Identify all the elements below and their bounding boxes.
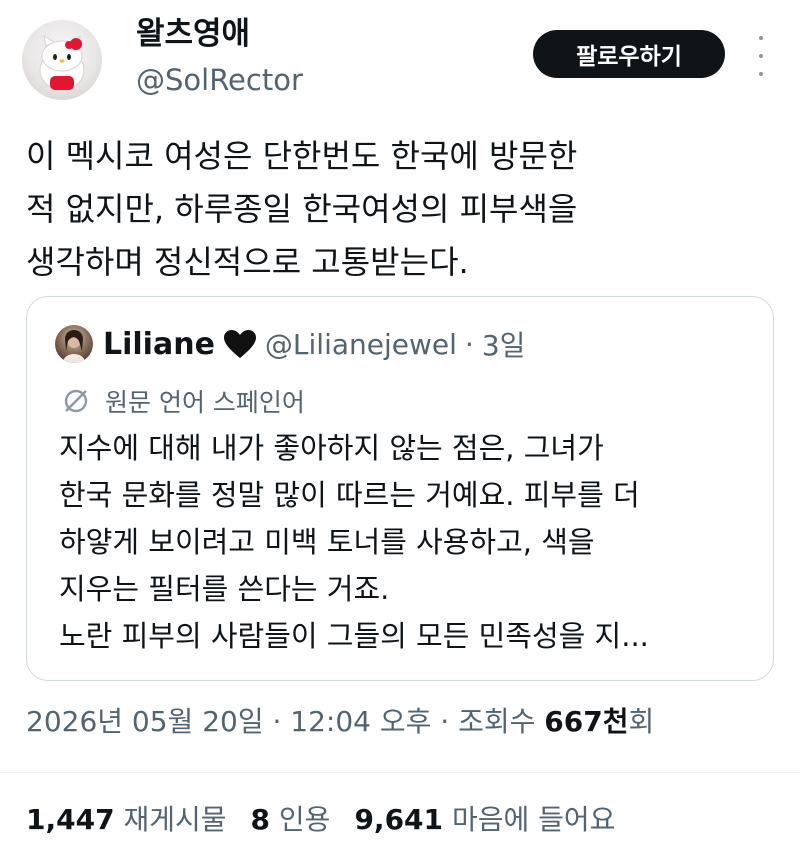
author-handle[interactable]: @SolRector [136, 60, 303, 100]
quoted-author-handle[interactable]: @Lilianejewel [265, 328, 457, 361]
black-heart-icon [223, 330, 256, 358]
quoted-header: Liliane @Lilianejewel · 3일 [103, 321, 525, 367]
tweet-timestamp: 2026년 05월 20일 · 12:04 오후 · 조회수 667천회 [26, 700, 654, 744]
likes-count: 9,641 [354, 803, 444, 836]
translate-label: 원문 언어 스페인어 [105, 388, 305, 417]
more-vertical-icon[interactable] [756, 36, 766, 76]
quoted-text: 지수에 대해 내가 좋아하지 않는 점은, 그녀가 한국 문화를 정말 많이 따… [59, 431, 649, 653]
quoted-author-name[interactable]: Liliane [103, 327, 215, 362]
retweets-stat[interactable]: 1,447 재게시물 [26, 803, 227, 836]
divider [0, 772, 800, 773]
views-suffix: 회 [628, 705, 655, 738]
views-count: 667천 [544, 705, 629, 738]
hello-kitty-avatar-icon [39, 34, 85, 91]
tweet-text: 이 멕시코 여성은 단한번도 한국에 방문한 적 없지만, 하루종일 한국여성의… [26, 137, 578, 281]
author-display-name[interactable]: 왈츠영애 [136, 14, 250, 54]
quoted-author-avatar [55, 325, 93, 363]
tweet-date[interactable]: 2026년 05월 20일 · 12:04 오후 · 조회수 [26, 705, 544, 738]
retweets-label: 재게시물 [123, 803, 227, 836]
quoted-time[interactable]: 3일 [482, 324, 526, 364]
translate-icon [64, 389, 88, 413]
translate-notice[interactable]: 원문 언어 스페인어 [61, 383, 305, 419]
quoted-tweet[interactable]: Liliane @Lilianejewel · 3일 원문 언어 스페인어 지수… [26, 296, 774, 681]
quotes-count: 8 [250, 803, 271, 836]
quotes-stat[interactable]: 8 인용 [251, 803, 331, 836]
likes-stat[interactable]: 9,641 마음에 들어요 [354, 803, 615, 836]
follow-button[interactable]: 팔로우하기 [533, 30, 725, 78]
quotes-label: 인용 [278, 803, 331, 836]
author-avatar[interactable] [22, 20, 102, 100]
likes-label: 마음에 들어요 [451, 803, 616, 836]
retweets-count: 1,447 [26, 803, 115, 836]
quoted-separator: · [464, 327, 474, 361]
engagement-stats: 1,447 재게시물 8 인용 9,641 마음에 들어요 [26, 798, 615, 842]
